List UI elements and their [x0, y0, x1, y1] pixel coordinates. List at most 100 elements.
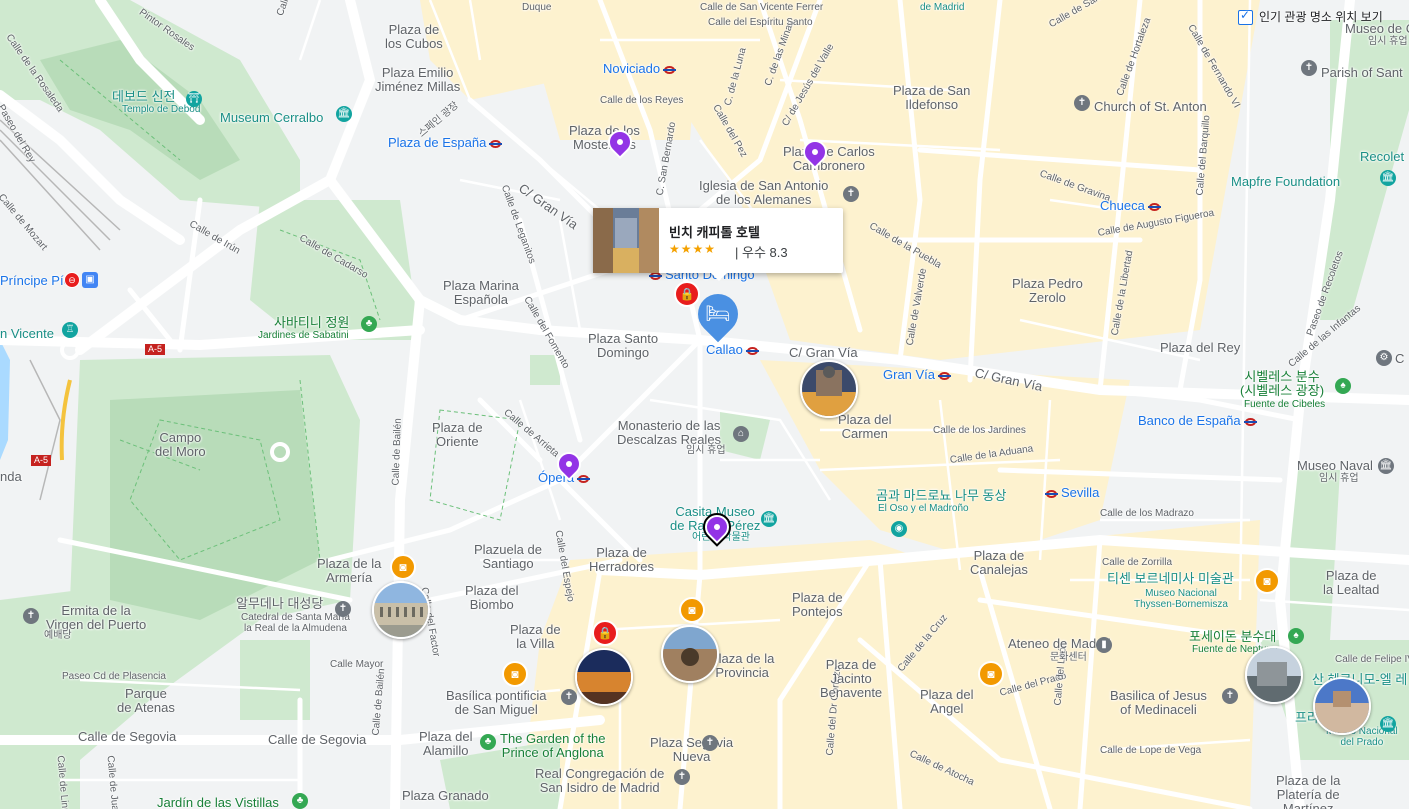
poi-label: de Madrid [920, 2, 965, 13]
park-label: Parque de Atenas [117, 686, 175, 715]
hotel-star-rating: ★★★★ [669, 242, 717, 256]
poi-label[interactable]: Basílica pontificia de San Miguel [446, 689, 546, 717]
camera-icon[interactable]: ◉ [891, 521, 907, 537]
tree-icon[interactable]: ♣ [361, 316, 377, 332]
park-label-anglona[interactable]: The Garden of the Prince of Anglona [500, 732, 606, 760]
poi-sublabel: 예배당 [44, 630, 72, 641]
poi-label[interactable]: Iglesia de San Antonio de los Alemanes [699, 179, 828, 207]
poi-sublabel: 문화센터 [1050, 652, 1087, 663]
attraction-photo-gran-via[interactable] [800, 360, 858, 418]
street-label: Calle de Zorrilla [1102, 557, 1173, 568]
street-label: Calle de Lope de Vega [1100, 745, 1202, 756]
place-label: Plaza del Rey [1160, 340, 1241, 355]
place-label: Plaza Granado [402, 788, 489, 803]
poi-label[interactable]: Real Congregación de San Isidro de Madrid [535, 767, 664, 795]
poi-label[interactable]: Museo Naval [1297, 459, 1373, 473]
museum-icon[interactable]: 🏛 [761, 511, 777, 527]
shopping-bag-icon[interactable]: 🔒 [674, 281, 700, 307]
hotel-info-card[interactable]: 빈치 캐피톨 호텔 ★★★★ | 우수 8.3 [593, 208, 843, 281]
poi-label[interactable]: Parish of Sant [1321, 66, 1403, 80]
bed-icon: 🛏 [705, 303, 731, 325]
metro-label-gran-via[interactable]: Gran Vía [883, 368, 952, 382]
camera-icon[interactable]: ◙ [1254, 568, 1280, 594]
poi-label[interactable]: Church of St. Anton [1094, 100, 1207, 114]
poi-label-debod[interactable]: 데보드 신전 [112, 90, 175, 104]
attraction-photo-neptuno[interactable] [1245, 646, 1303, 704]
church-icon[interactable]: ✝ [843, 186, 859, 202]
poi-label[interactable]: 알무데나 대성당 [236, 597, 323, 611]
poi-label[interactable]: Monasterio de las Descalzas Reales [617, 419, 721, 447]
metro-label-sevilla[interactable]: Sevilla [1045, 486, 1099, 500]
fountain-icon[interactable]: ♠ [1335, 378, 1351, 394]
attraction-photo-provincia[interactable] [661, 625, 719, 683]
road-shield: A-5 [145, 344, 166, 355]
place-label: Plaza Pedro Zerolo [1012, 276, 1083, 305]
street-label: Paseo Cd de Plasencia [62, 671, 166, 682]
poi-label-oso[interactable]: 곰과 마드로뇨 나무 동상 [876, 489, 1006, 503]
church-icon[interactable]: ✝ [674, 769, 690, 785]
street-label: Calle de Segovia [78, 729, 177, 744]
church-icon[interactable]: ✝ [1301, 60, 1317, 76]
attraction-photo-palacio[interactable] [372, 581, 430, 639]
park-sublabel: Jardines de Sabatini [258, 330, 349, 341]
street-label: Duque [522, 2, 552, 13]
monument-icon[interactable]: ♖ [62, 322, 78, 338]
metro-label-noviciado[interactable]: Noviciado [603, 62, 677, 76]
park-label-vistillas[interactable]: Jardín de las Vistillas [157, 796, 279, 809]
metro-label-chueca[interactable]: Chueca [1100, 199, 1161, 213]
map-canvas[interactable]: Pintor Rosales Calle de la Rosaleda Pase… [0, 0, 1409, 809]
hotel-thumbnail [593, 208, 659, 273]
metro-label-callao[interactable]: Callao [706, 343, 759, 357]
place-label: Plaza Emilio Jiménez Millas [375, 65, 461, 94]
poi-label[interactable]: Recolet [1360, 150, 1404, 164]
museum-icon[interactable]: 🏛 [1378, 458, 1394, 474]
tree-icon[interactable]: ♣ [480, 734, 496, 750]
camera-icon[interactable]: ◙ [502, 661, 528, 687]
church-icon[interactable]: ✝ [23, 608, 39, 624]
attraction-photo-prado[interactable] [1313, 677, 1371, 735]
metro-icon[interactable]: ⊖ [64, 272, 80, 288]
library-icon[interactable]: ▮ [1096, 637, 1112, 653]
landmark-icon[interactable]: ⛩ [186, 91, 202, 107]
metro-label-plaza-espana[interactable]: Plaza de España [388, 136, 503, 150]
attraction-photo-plaza-mayor[interactable] [575, 648, 633, 706]
poi-label-mapfre[interactable]: Mapfre Foundation [1231, 175, 1340, 189]
poi-sublabel: 임시 휴업 [1368, 36, 1408, 47]
hotel-marker[interactable]: 🛏 [689, 285, 747, 343]
museum-icon[interactable]: 🏛 [336, 106, 352, 122]
poi-label-cibeles[interactable]: 시벨레스 분수 (시벨레스 광장) [1240, 370, 1324, 398]
fountain-icon[interactable]: ♠ [1288, 628, 1304, 644]
camera-icon[interactable]: ◙ [679, 597, 705, 623]
poi-label[interactable]: n Vicente [0, 327, 54, 341]
poi-label[interactable]: Ermita de la Virgen del Puerto [46, 604, 146, 632]
place-label: Plaza de la Lealtad [1323, 568, 1380, 597]
gear-icon[interactable]: ⚙ [1376, 350, 1392, 366]
poi-label-cerralbo[interactable]: Museum Cerralbo [220, 111, 323, 125]
street-label: Calle de los Reyes [600, 95, 684, 106]
poi-label-poseidon[interactable]: 포세이돈 분수대 [1189, 630, 1276, 644]
checkbox-icon[interactable] [1238, 8, 1253, 26]
toggle-label: 인기 관광 명소 위치 보기 [1259, 10, 1383, 24]
church-icon[interactable]: ⌂ [733, 426, 749, 442]
tree-icon[interactable]: ♣ [292, 793, 308, 809]
camera-icon[interactable]: ◙ [978, 661, 1004, 687]
popular-attractions-toggle[interactable]: 인기 관광 명소 위치 보기 [1238, 8, 1383, 26]
poi-label[interactable]: Basilica of Jesus of Medinaceli [1110, 689, 1207, 717]
museum-icon[interactable]: 🏛 [1380, 170, 1396, 186]
shopping-bag-icon[interactable]: 🔒 [592, 620, 618, 646]
church-icon[interactable]: ✝ [335, 601, 351, 617]
place-label: Plaza de San Ildefonso [893, 83, 971, 112]
train-icon[interactable]: ▣ [82, 272, 98, 288]
church-icon[interactable]: ✝ [1222, 688, 1238, 704]
church-icon[interactable]: ✝ [561, 689, 577, 705]
metro-label-banco-espana[interactable]: Banco de España [1138, 414, 1257, 428]
church-icon[interactable]: ✝ [702, 735, 718, 751]
metro-label-principe-pio[interactable]: Príncipe Pío [0, 274, 71, 288]
museum-icon[interactable]: 🏛 [1380, 716, 1396, 732]
place-label: Plaza de la Platería de Martínez [1276, 773, 1341, 809]
place-label: nda [0, 469, 22, 484]
church-icon[interactable]: ✝ [1074, 95, 1090, 111]
poi-label-thyssen[interactable]: 티센 보르네미사 미술관 [1107, 572, 1234, 586]
park-label-sabatini[interactable]: 사바티니 정원 [274, 316, 349, 330]
camera-icon[interactable]: ◙ [390, 554, 416, 580]
